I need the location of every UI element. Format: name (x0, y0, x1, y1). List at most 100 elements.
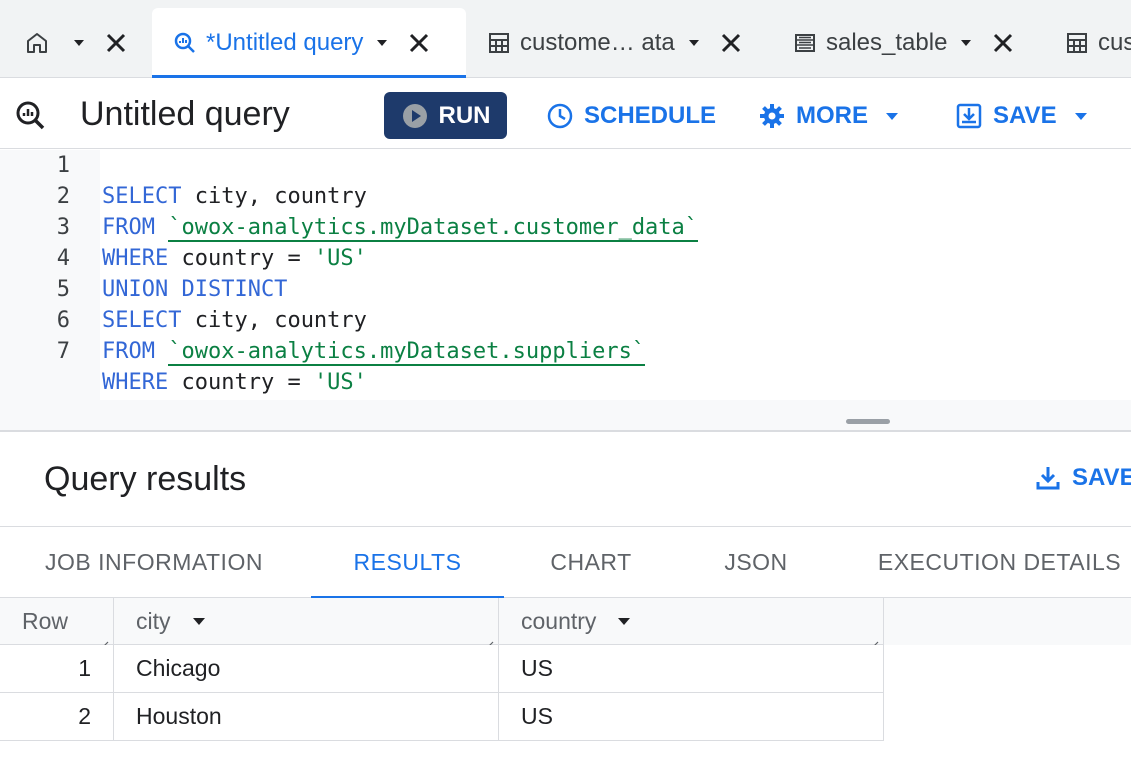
save-results-button[interactable]: SAVE (1034, 464, 1131, 492)
tab-label: cus (1098, 29, 1131, 56)
chevron-down-icon[interactable] (72, 36, 86, 50)
chevron-down-icon (1073, 108, 1089, 124)
sql-text: city, country (181, 184, 367, 209)
column-resize-icon[interactable] (99, 630, 109, 651)
save-icon (955, 102, 983, 130)
cell-text: Houston (136, 703, 222, 729)
schedule-label: SCHEDULE (584, 101, 717, 129)
code-line: WHERE country = 'US' (0, 212, 367, 271)
chevron-down-icon[interactable] (375, 36, 389, 50)
clock-icon (546, 102, 574, 130)
panel-splitter[interactable] (0, 430, 1131, 432)
tab-execution-details[interactable]: EXECUTION DETAILS (862, 527, 1131, 598)
tab-sales-table[interactable]: sales_table (792, 8, 1015, 78)
sql-keyword: WHERE (102, 370, 169, 395)
tab-label: custome… ata (520, 29, 675, 56)
table-icon (486, 30, 512, 56)
country-cell[interactable]: US (499, 645, 884, 692)
code-line: WHERE country = 'US' (0, 336, 367, 395)
table-rows-icon (792, 30, 818, 56)
chevron-down-icon[interactable] (959, 36, 973, 50)
sql-keyword: UNION DISTINCT (102, 277, 288, 302)
sql-keyword: SELECT (102, 308, 182, 333)
table-header-row: Row city country (0, 598, 1131, 651)
tab-strip: *Untitled query custome… ata sales_table (0, 0, 1131, 78)
column-header-label: Row (22, 607, 69, 634)
close-icon[interactable] (719, 31, 743, 55)
code-line: SELECT city, country (0, 274, 367, 333)
tab-job-information[interactable]: JOB INFORMATION (20, 527, 288, 598)
tab-json[interactable]: JSON (690, 527, 822, 598)
chevron-down-icon[interactable] (616, 613, 632, 629)
sql-string: 'US' (313, 246, 367, 271)
column-header-label: city (136, 607, 171, 634)
sql-keyword: FROM (102, 339, 155, 364)
download-icon (1034, 464, 1062, 492)
save-button[interactable]: SAVE (955, 92, 1089, 139)
tab-cus[interactable]: cus (1064, 8, 1131, 78)
play-icon (401, 102, 429, 130)
header-filler (884, 598, 1131, 645)
sql-editor[interactable]: 1 2 3 4 5 6 7 SELECT city, country FROM … (0, 150, 1131, 430)
tab-label: sales_table (826, 29, 948, 56)
column-header-city[interactable]: city (114, 598, 499, 651)
sql-text: country = (168, 246, 314, 271)
schedule-button[interactable]: SCHEDULE (546, 92, 716, 139)
column-header-row: Row (0, 598, 114, 651)
column-header-country[interactable]: country (499, 598, 884, 651)
table-row[interactable]: 2 Houston US (0, 693, 884, 741)
run-label: RUN (438, 101, 491, 129)
gear-icon (758, 102, 786, 130)
row-number-cell: 1 (0, 645, 114, 692)
close-icon[interactable] (991, 31, 1015, 55)
close-icon[interactable] (104, 31, 128, 55)
cell-text: Chicago (136, 655, 221, 681)
city-cell[interactable]: Chicago (114, 645, 499, 692)
row-number-cell: 2 (0, 693, 114, 740)
code-line: FROM `owox-analytics.myDataset.suppliers… (0, 305, 646, 366)
code-line: SELECT city, country (0, 150, 367, 209)
cell-text: 2 (78, 703, 91, 729)
city-cell[interactable]: Houston (114, 693, 499, 740)
sql-keyword: WHERE (102, 246, 169, 271)
table-row[interactable]: 1 Chicago US (0, 645, 884, 693)
tab-untitled-query[interactable]: *Untitled query (152, 8, 466, 78)
sql-text: country = (168, 370, 314, 395)
tab-results[interactable]: RESULTS (311, 527, 504, 599)
chevron-down-icon[interactable] (687, 36, 701, 50)
code-line: FROM `owox-analytics.myDataset.customer_… (0, 181, 699, 242)
tab-home[interactable] (24, 8, 128, 78)
more-button[interactable]: MORE (758, 92, 900, 139)
more-label: MORE (796, 101, 868, 129)
tab-chart[interactable]: CHART (520, 527, 662, 598)
sql-keyword: FROM (102, 215, 155, 240)
table-icon (1064, 30, 1090, 56)
sql-text: city, country (181, 308, 367, 333)
run-button[interactable]: RUN (384, 92, 507, 139)
country-cell[interactable]: US (499, 693, 884, 740)
home-icon (24, 30, 50, 56)
sql-keyword: SELECT (102, 184, 182, 209)
table-reference-link[interactable]: `owox-analytics.myDataset.suppliers` (168, 339, 646, 366)
chevron-down-icon[interactable] (191, 613, 207, 629)
cell-text: US (521, 655, 553, 681)
results-title: Query results (44, 460, 247, 498)
code-line: UNION DISTINCT (0, 243, 287, 302)
column-header-label: country (521, 607, 597, 634)
table-reference-link[interactable]: `owox-analytics.myDataset.customer_data` (168, 215, 699, 242)
save-label: SAVE (993, 101, 1057, 129)
sql-string: 'US' (313, 370, 367, 395)
column-resize-icon[interactable] (484, 630, 494, 651)
results-tabs: JOB INFORMATION RESULTS CHART JSON EXECU… (0, 526, 1131, 599)
tab-customer-data[interactable]: custome… ata (486, 8, 743, 78)
save-results-label: SAVE (1072, 464, 1131, 491)
query-icon (14, 99, 46, 131)
close-icon[interactable] (407, 31, 431, 55)
query-icon (172, 30, 198, 56)
query-toolbar: Untitled query RUN SCHEDULE MORE SAVE (0, 79, 1131, 149)
query-title[interactable]: Untitled query (80, 95, 290, 134)
editor-resize-handle[interactable] (846, 419, 890, 424)
column-resize-icon[interactable] (869, 630, 879, 651)
